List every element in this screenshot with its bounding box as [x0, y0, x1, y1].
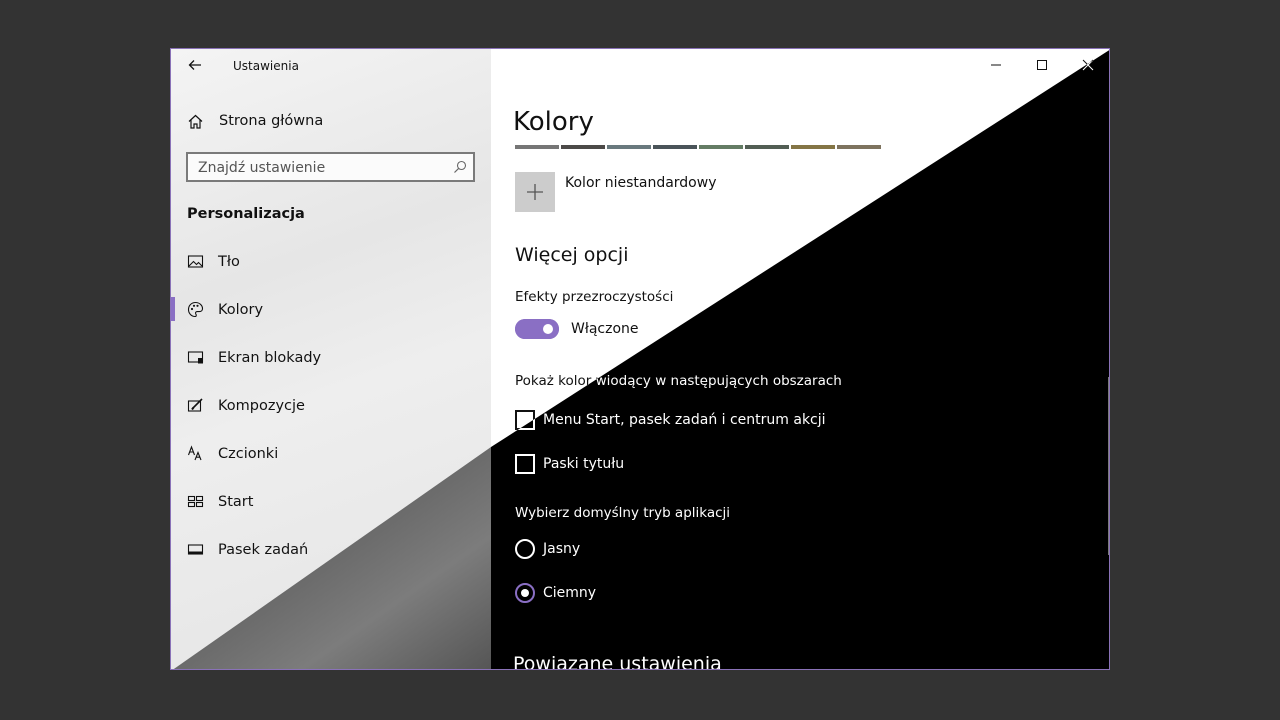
color-swatch[interactable] — [515, 145, 559, 149]
color-swatch[interactable] — [653, 145, 697, 149]
checkbox-start-taskbar[interactable]: Menu Start, pasek zadań i centrum akcji — [515, 409, 915, 431]
home-label: Strona główna — [219, 113, 324, 129]
home-nav-item[interactable]: Strona główna — [187, 111, 477, 133]
page-title: Kolory — [513, 107, 594, 137]
window-title: Ustawienia — [233, 59, 299, 73]
checkbox-box[interactable] — [515, 454, 535, 474]
sidebar-item-label: Tło — [218, 254, 240, 270]
app-mode-label: Wybierz domyślny tryb aplikacji — [515, 505, 731, 521]
sidebar-item-label: Start — [218, 494, 254, 510]
minimize-icon[interactable] — [989, 58, 1003, 72]
sidebar-item-label: Pasek zadań — [218, 542, 309, 558]
palette-icon — [187, 301, 204, 318]
radio-circle[interactable] — [515, 539, 535, 559]
sidebar-item-label: Ekran blokady — [218, 350, 322, 366]
transparency-label: Efekty przezroczystości — [515, 289, 674, 305]
transparency-state: Włączone — [571, 321, 639, 337]
home-icon — [187, 113, 204, 130]
sidebar-item-kompozycje[interactable]: Kompozycje — [187, 395, 477, 417]
taskbar-icon — [187, 541, 204, 558]
maximize-icon[interactable] — [1035, 58, 1049, 72]
radio-light-mode[interactable]: Jasny — [515, 538, 715, 560]
picture-icon — [187, 253, 204, 270]
custom-color-button[interactable] — [515, 172, 555, 212]
search-icon[interactable] — [453, 160, 467, 174]
back-arrow-icon[interactable] — [187, 57, 203, 73]
plus-icon — [526, 183, 544, 201]
sidebar-item-tlo[interactable]: Tło — [187, 251, 477, 273]
color-swatch[interactable] — [561, 145, 605, 149]
custom-color-label: Kolor niestandardowy — [565, 175, 717, 191]
search-box[interactable] — [186, 152, 475, 182]
sidebar-item-label: Czcionki — [218, 446, 279, 462]
settings-window: Ustawienia Strona główna Personalizacja … — [170, 48, 1110, 670]
related-settings-heading: Powiązane ustawienia — [513, 653, 722, 670]
color-swatch[interactable] — [607, 145, 651, 149]
transparency-toggle[interactable] — [515, 319, 559, 339]
sidebar-item-label: Kompozycje — [218, 398, 305, 414]
toggle-knob — [543, 324, 553, 334]
radio-circle[interactable] — [515, 583, 535, 603]
color-swatch[interactable] — [745, 145, 789, 149]
more-options-heading: Więcej opcji — [515, 244, 629, 266]
lock-screen-icon — [187, 349, 204, 366]
sidebar-item-kolory[interactable]: Kolory — [187, 299, 477, 321]
start-icon — [187, 493, 204, 510]
radio-label: Jasny — [543, 541, 581, 557]
sidebar-item-label: Kolory — [218, 302, 264, 318]
color-swatch[interactable] — [837, 145, 881, 149]
search-input[interactable] — [198, 160, 438, 176]
color-swatch[interactable] — [699, 145, 743, 149]
radio-label: Ciemny — [543, 585, 597, 601]
checkbox-label: Paski tytułu — [543, 456, 625, 472]
section-title: Personalizacja — [187, 206, 305, 222]
checkbox-label: Menu Start, pasek zadań i centrum akcji — [543, 412, 826, 428]
color-swatch[interactable] — [791, 145, 835, 149]
radio-dot — [521, 589, 529, 597]
sidebar-item-czcionki[interactable]: Czcionki — [187, 443, 477, 465]
sidebar-item-ekran-blokady[interactable]: Ekran blokady — [187, 347, 477, 369]
checkbox-title-bars[interactable]: Paski tytułu — [515, 453, 915, 475]
radio-dark-mode[interactable]: Ciemny — [515, 582, 715, 604]
fonts-icon — [187, 445, 204, 462]
themes-icon — [187, 397, 204, 414]
